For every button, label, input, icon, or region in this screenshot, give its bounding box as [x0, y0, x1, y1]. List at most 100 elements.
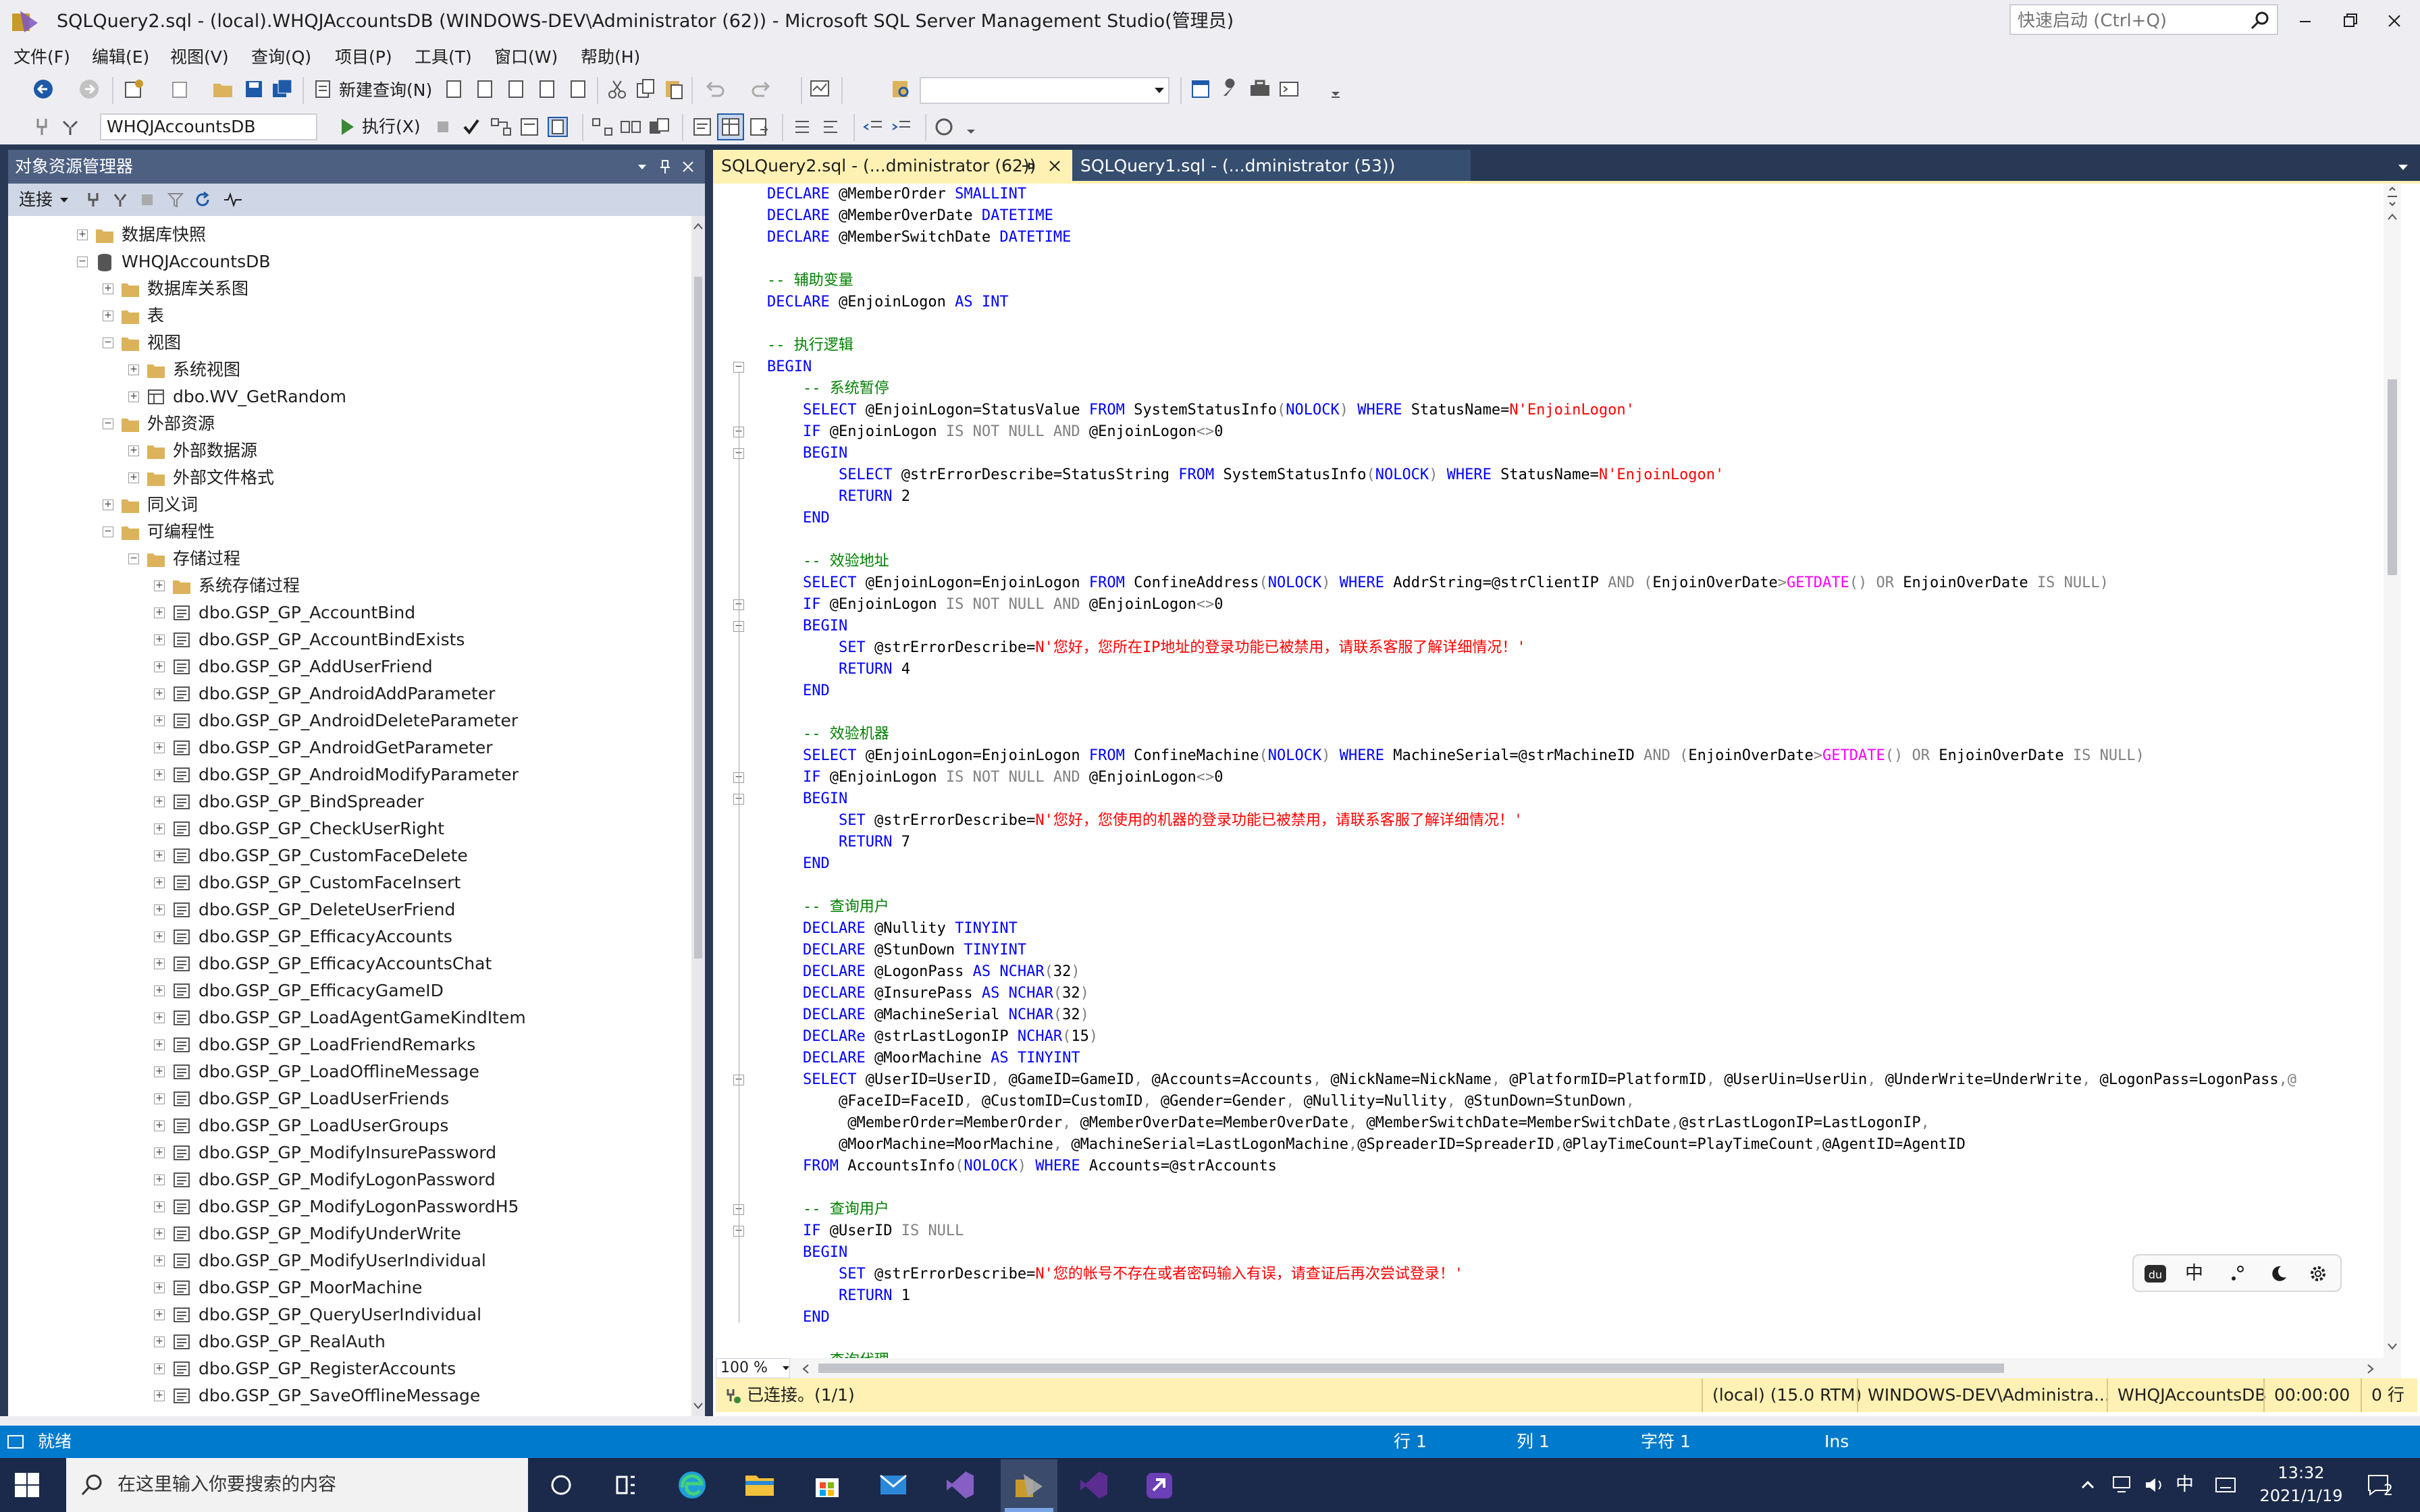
expand-icon[interactable]: + [154, 986, 165, 996]
save-icon[interactable] [242, 77, 266, 101]
code-line[interactable]: SELECT @EnjoinLogon=EnjoinLogon FROM Con… [767, 572, 2109, 594]
expand-icon[interactable]: + [154, 662, 165, 672]
uncomment-icon[interactable] [818, 115, 843, 139]
code-line[interactable]: DECLARE @MemberOrder SMALLINT [767, 184, 1026, 205]
new-project-icon[interactable] [122, 77, 146, 101]
code-line[interactable]: SET @strErrorDescribe=N'您好，您所在IP地址的登录功能已… [767, 637, 1526, 659]
save-all-icon[interactable] [270, 77, 294, 101]
code-line[interactable]: -- 效验机器 [767, 724, 889, 745]
dmx-query-icon[interactable] [504, 77, 528, 101]
quick-launch[interactable] [2009, 4, 2278, 35]
windows-start-icon[interactable] [14, 1472, 41, 1498]
code-line[interactable]: END [767, 680, 830, 702]
visual-studio-2-icon[interactable] [1074, 1466, 1113, 1504]
expand-icon[interactable]: + [154, 770, 165, 780]
code-line[interactable]: BEGIN [767, 788, 847, 810]
connect-icon[interactable] [30, 115, 54, 139]
menu-window[interactable]: 窗口(W) [494, 43, 558, 72]
toolbar-overflow-icon[interactable] [959, 115, 983, 139]
mail-icon[interactable] [874, 1466, 913, 1504]
back-icon[interactable] [31, 77, 55, 101]
expand-icon[interactable]: + [154, 1148, 165, 1158]
dax-query-icon[interactable] [566, 77, 590, 101]
expand-icon[interactable]: + [154, 634, 165, 645]
expand-icon[interactable]: + [154, 1282, 165, 1293]
code-line[interactable]: DECLARE @MachineSerial NCHAR(32) [767, 1004, 1089, 1026]
open-file-icon[interactable] [211, 77, 235, 101]
tree-vertical-scrollbar[interactable] [691, 216, 705, 1416]
code-line[interactable]: FROM AccountsInfo(NOLOCK) WHERE Accounts… [767, 1156, 1277, 1177]
menu-tools[interactable]: 工具(T) [415, 43, 472, 72]
store-icon[interactable] [808, 1466, 847, 1504]
output-window-icon[interactable] [7, 1434, 26, 1450]
expand-icon[interactable]: + [128, 392, 139, 402]
code-line[interactable]: -- 查询代理 [767, 1350, 889, 1358]
input-method-indicator[interactable]: 中 [2176, 1458, 2194, 1512]
close-tab-icon[interactable] [1047, 158, 1063, 174]
xmla-query-icon[interactable] [535, 77, 559, 101]
results-to-text-icon[interactable] [690, 115, 714, 139]
ssms-app-icon[interactable] [11, 8, 41, 35]
code-line[interactable]: -- 执行逻辑 [767, 335, 853, 356]
cancel-query-icon[interactable] [431, 115, 455, 139]
quick-launch-input[interactable] [2016, 8, 2242, 34]
code-line[interactable]: -- 查询用户 [767, 896, 889, 918]
activity-monitor-icon[interactable] [808, 77, 832, 101]
code-line[interactable]: DECLARE @Nullity TINYINT [767, 918, 1018, 940]
expand-icon[interactable]: + [154, 1202, 165, 1212]
expand-icon[interactable]: + [154, 932, 165, 942]
visual-studio-icon[interactable] [940, 1466, 979, 1504]
expand-icon[interactable]: + [128, 364, 139, 375]
chevron-down-icon[interactable] [635, 159, 650, 174]
expand-icon[interactable]: + [154, 580, 165, 591]
edge-icon[interactable] [673, 1466, 712, 1504]
code-line[interactable]: DECLARe @strLastLogonIP NCHAR(15) [767, 1026, 1098, 1048]
query-options-icon[interactable] [517, 115, 542, 139]
restore-button[interactable] [2330, 5, 2370, 36]
connect-icon[interactable] [84, 190, 103, 209]
expand-icon[interactable]: + [154, 1310, 165, 1320]
expand-icon[interactable]: + [154, 1364, 165, 1374]
expand-icon[interactable]: + [103, 310, 113, 321]
clock-time[interactable]: 13:32 [2254, 1462, 2348, 1484]
decrease-indent-icon[interactable] [862, 115, 886, 139]
expand-icon[interactable]: + [103, 284, 113, 294]
scroll-up-icon[interactable] [2386, 212, 2398, 221]
expand-icon[interactable]: + [154, 959, 165, 969]
disconnect-icon[interactable] [111, 190, 130, 209]
expand-icon[interactable]: + [154, 608, 165, 618]
menu-project[interactable]: 项目(P) [335, 43, 392, 72]
expand-icon[interactable]: + [103, 500, 113, 510]
code-line[interactable]: END [767, 508, 830, 529]
collapse-icon[interactable]: − [103, 418, 113, 429]
collapse-icon[interactable]: − [77, 256, 88, 267]
moon-icon[interactable] [2269, 1264, 2289, 1284]
mdx-query-icon[interactable] [473, 77, 497, 101]
tab-sqlquery1[interactable]: SQLQuery1.sql - (...dministrator (53)) [1072, 150, 1471, 182]
forward-icon[interactable] [77, 77, 101, 101]
code-line[interactable]: DECLARE @MemberSwitchDate DATETIME [767, 227, 1071, 248]
filter-icon[interactable] [166, 190, 185, 209]
find-combo[interactable] [920, 77, 1169, 104]
search-icon[interactable] [2248, 9, 2271, 32]
pin-icon[interactable] [1020, 158, 1036, 174]
taskbar-search-box[interactable]: 在这里输入你要搜索的内容 [66, 1458, 528, 1512]
execute-button[interactable]: 执行(X) [362, 113, 421, 140]
expand-icon[interactable]: + [154, 1013, 165, 1023]
code-line[interactable]: SELECT @EnjoinLogon=StatusValue FROM Sys… [767, 400, 1635, 421]
code-line[interactable]: RETURN 4 [767, 659, 910, 680]
include-plan-icon[interactable] [590, 115, 614, 139]
code-line[interactable]: DECLARE @MoorMachine AS TINYINT [767, 1048, 1080, 1069]
menu-help[interactable]: 帮助(H) [581, 43, 640, 72]
database-engine-query-icon[interactable] [442, 77, 466, 101]
menu-query[interactable]: 查询(Q) [251, 43, 311, 72]
code-line[interactable]: SELECT @EnjoinLogon=EnjoinLogon FROM Con… [767, 745, 2145, 767]
editor-vertical-scrollbar[interactable] [2384, 184, 2401, 1358]
editor-scroll-thumb[interactable] [2388, 379, 2397, 575]
paste-icon[interactable] [662, 77, 686, 101]
horizontal-scroll-thumb[interactable] [818, 1364, 2004, 1373]
gear-icon[interactable] [2308, 1264, 2328, 1284]
network-icon[interactable] [2111, 1474, 2135, 1496]
increase-indent-icon[interactable] [890, 115, 914, 139]
new-query-icon[interactable] [311, 77, 335, 101]
